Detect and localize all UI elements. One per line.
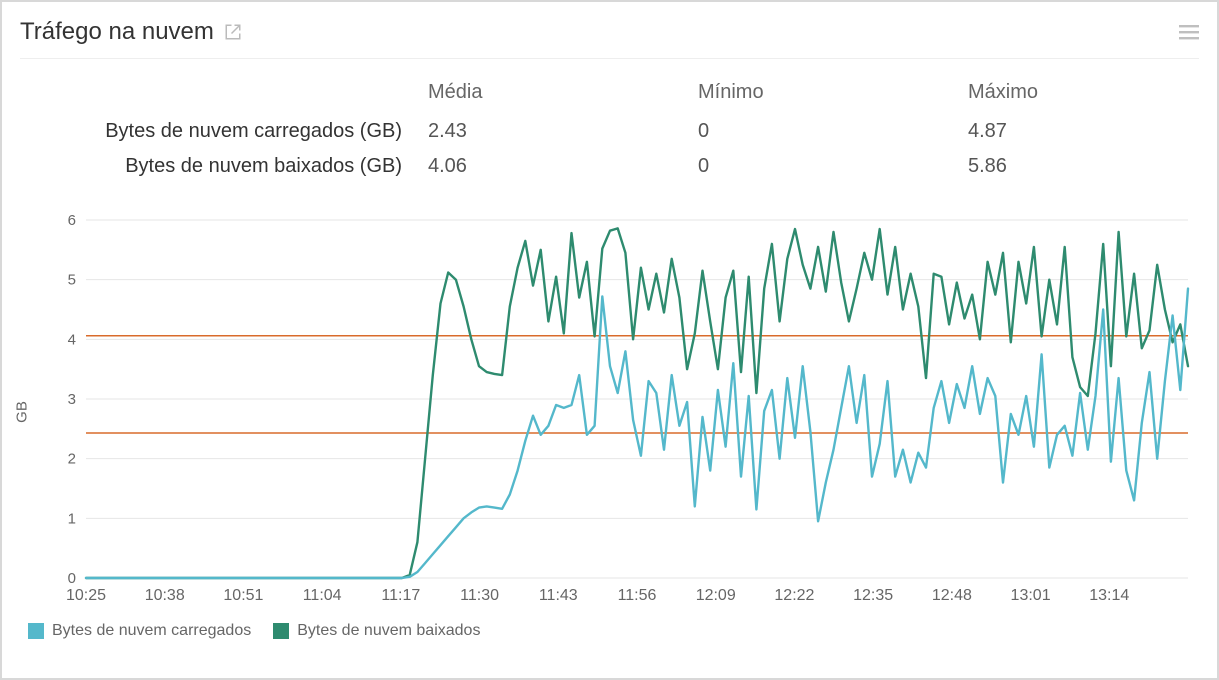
chart-area: GB 012345610:2510:3810:5111:0411:1711:30… bbox=[28, 212, 1198, 612]
svg-text:1: 1 bbox=[68, 510, 76, 527]
legend-item-uploaded[interactable]: Bytes de nuvem carregados bbox=[28, 622, 251, 640]
legend-item-downloaded[interactable]: Bytes de nuvem baixados bbox=[273, 622, 480, 640]
svg-text:6: 6 bbox=[68, 212, 76, 229]
svg-text:12:48: 12:48 bbox=[932, 587, 972, 604]
svg-text:12:35: 12:35 bbox=[853, 587, 893, 604]
title-wrap: Tráfego na nuvem bbox=[20, 18, 242, 46]
svg-text:13:01: 13:01 bbox=[1011, 587, 1051, 604]
popout-icon[interactable] bbox=[224, 23, 242, 41]
legend-label: Bytes de nuvem baixados bbox=[297, 622, 480, 640]
svg-text:13:14: 13:14 bbox=[1089, 587, 1129, 604]
col-header-max: Máximo bbox=[960, 77, 1160, 114]
hamburger-menu-icon[interactable] bbox=[1179, 23, 1199, 41]
legend-swatch-icon bbox=[273, 623, 289, 639]
row-label-uploaded: Bytes de nuvem carregados (GB) bbox=[40, 114, 420, 149]
table-row: Bytes de nuvem baixados (GB) 4.06 0 5.86 bbox=[40, 149, 1160, 184]
legend-swatch-icon bbox=[28, 623, 44, 639]
y-axis-label: GB bbox=[14, 401, 31, 423]
cell: 4.87 bbox=[960, 114, 1160, 149]
line-chart[interactable]: 0 1 2 3 4 5 6 10:25 10:38 10:51 11:04 11:17 11:30 11:… bbox=[28, 212, 1198, 612]
col-header-min: Mínimo bbox=[690, 77, 960, 114]
svg-text:5: 5 bbox=[68, 272, 76, 289]
cloud-traffic-panel: Tráfego na nuvem Média Mínimo Máximo bbox=[0, 0, 1219, 680]
svg-text:2: 2 bbox=[68, 451, 76, 468]
svg-text:12:22: 12:22 bbox=[774, 587, 814, 604]
table-row: Bytes de nuvem carregados (GB) 2.43 0 4.… bbox=[40, 114, 1160, 149]
panel-header: Tráfego na nuvem bbox=[20, 12, 1199, 59]
svg-text:12:09: 12:09 bbox=[696, 587, 736, 604]
col-header-media: Média bbox=[420, 77, 690, 114]
chart-legend: Bytes de nuvem carregados Bytes de nuvem… bbox=[28, 622, 1199, 640]
svg-text:4: 4 bbox=[68, 331, 76, 348]
svg-text:11:30: 11:30 bbox=[460, 587, 499, 604]
cell: 0 bbox=[690, 114, 960, 149]
svg-text:10:25: 10:25 bbox=[66, 587, 106, 604]
svg-text:11:56: 11:56 bbox=[618, 587, 657, 604]
cell: 4.06 bbox=[420, 149, 690, 184]
svg-text:11:17: 11:17 bbox=[381, 587, 420, 604]
cell: 2.43 bbox=[420, 114, 690, 149]
svg-text:11:04: 11:04 bbox=[303, 587, 342, 604]
svg-text:3: 3 bbox=[68, 391, 76, 408]
panel-title: Tráfego na nuvem bbox=[20, 18, 214, 46]
cell: 0 bbox=[690, 149, 960, 184]
svg-text:0: 0 bbox=[68, 570, 76, 587]
svg-text:11:43: 11:43 bbox=[539, 587, 578, 604]
row-label-downloaded: Bytes de nuvem baixados (GB) bbox=[40, 149, 420, 184]
svg-text:10:51: 10:51 bbox=[223, 587, 263, 604]
stats-table: Média Mínimo Máximo Bytes de nuvem carre… bbox=[40, 77, 1160, 184]
cell: 5.86 bbox=[960, 149, 1160, 184]
svg-text:10:38: 10:38 bbox=[145, 587, 185, 604]
legend-label: Bytes de nuvem carregados bbox=[52, 622, 251, 640]
